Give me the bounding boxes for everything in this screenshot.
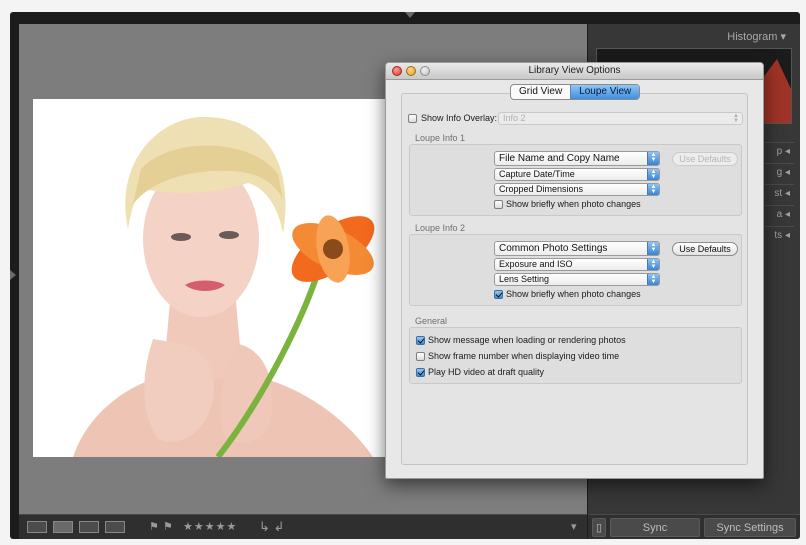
- panel-tab-label: a: [776, 209, 783, 220]
- general-group: Show message when loading or rendering p…: [409, 327, 742, 384]
- panel-switch-icon[interactable]: ▯: [592, 518, 606, 537]
- updown-chevron-icon: ▲ ▼: [647, 152, 659, 165]
- show-message-loading-checkbox[interactable]: [416, 336, 425, 345]
- library-view-options-dialog: Library View Options Show Info Overlay: …: [385, 62, 764, 479]
- dialog-title: Library View Options: [528, 65, 621, 76]
- survey-view-icon[interactable]: [105, 521, 125, 533]
- general-title: General: [415, 316, 448, 326]
- rotate-arrows-icon[interactable]: ↳ ↲: [259, 520, 284, 533]
- updown-chevron-icon: ▲ ▼: [647, 242, 659, 255]
- panel-tab-label: ts: [774, 230, 783, 241]
- sync-settings-button[interactable]: Sync Settings: [704, 518, 796, 537]
- left-panel-toggle-icon[interactable]: [10, 270, 16, 280]
- photo-preview[interactable]: [33, 99, 385, 457]
- show-info-overlay-checkbox[interactable]: [408, 114, 417, 123]
- loupe-info-2-group: Common Photo Settings ▲ ▼ Use Defaults Ex…: [409, 234, 742, 306]
- loupe-info-1-show-briefly-label: Show briefly when photo changes: [506, 199, 641, 209]
- view-tabs: Grid View Loupe View: [510, 84, 641, 100]
- grid-view-icon[interactable]: [27, 521, 47, 533]
- loupe-info-2-use-defaults-button[interactable]: Use Defaults: [672, 242, 738, 256]
- updown-chevron-icon: ▲ ▼: [733, 113, 739, 124]
- play-hd-draft-checkbox[interactable]: [416, 368, 425, 377]
- tab-grid-view[interactable]: Grid View: [511, 85, 570, 99]
- updown-chevron-icon: ▲ ▼: [647, 259, 659, 270]
- loupe-info-2-field-2-value: Exposure and ISO: [499, 259, 573, 269]
- loupe-info-1-show-briefly-checkbox[interactable]: [494, 200, 503, 209]
- loupe-info-1-field-3-select[interactable]: Cropped Dimensions ▲ ▼: [494, 183, 660, 196]
- library-toolbar: ⚑ ⚑ ★★★★★ ↳ ↲ ▾: [19, 514, 587, 539]
- loupe-info-2-field-2-select[interactable]: Exposure and ISO ▲ ▼: [494, 258, 660, 271]
- loupe-info-2-title: Loupe Info 2: [415, 223, 466, 233]
- histogram-label: Histogram: [727, 31, 778, 43]
- toolbar-menu-chevron-icon[interactable]: ▾: [571, 521, 577, 533]
- loupe-info-2-field-1-value: Common Photo Settings: [499, 243, 608, 254]
- updown-chevron-icon: ▲ ▼: [647, 274, 659, 285]
- panel-tab-label: p: [776, 146, 783, 157]
- panel-tab-label: g: [776, 167, 783, 178]
- info-overlay-select[interactable]: Info 2 ▲ ▼: [498, 112, 743, 125]
- loupe-info-1-field-1-select[interactable]: File Name and Copy Name ▲ ▼: [494, 151, 660, 166]
- updown-chevron-icon: ▲ ▼: [647, 184, 659, 195]
- loupe-info-2-show-briefly-checkbox[interactable]: [494, 290, 503, 299]
- tab-loupe-view[interactable]: Loupe View: [570, 85, 640, 99]
- loupe-info-1-field-3-value: Cropped Dimensions: [499, 184, 584, 194]
- loupe-info-2-field-1-select[interactable]: Common Photo Settings ▲ ▼: [494, 241, 660, 256]
- sync-bar: ▯ Sync Sync Settings: [588, 514, 800, 539]
- loupe-info-1-group: File Name and Copy Name ▲ ▼ Use Defaults …: [409, 144, 742, 216]
- sync-button[interactable]: Sync: [610, 518, 700, 537]
- updown-chevron-icon: ▲ ▼: [647, 169, 659, 180]
- dialog-content-box: Show Info Overlay: Info 2 ▲ ▼ Loupe Info …: [401, 93, 748, 465]
- show-frame-number-label: Show frame number when displaying video …: [428, 351, 620, 361]
- loupe-info-1-field-2-value: Capture Date/Time: [499, 169, 575, 179]
- dialog-titlebar[interactable]: Library View Options: [386, 63, 763, 80]
- show-info-overlay-label: Show Info Overlay:: [421, 113, 498, 123]
- loupe-info-1-use-defaults-button[interactable]: Use Defaults: [672, 152, 738, 166]
- top-panel-toggle-icon[interactable]: [405, 12, 415, 18]
- info-overlay-value: Info 2: [503, 113, 526, 123]
- show-message-loading-label: Show message when loading or rendering p…: [428, 335, 626, 345]
- loupe-info-2-show-briefly-label: Show briefly when photo changes: [506, 289, 641, 299]
- reject-flag-icon[interactable]: ⚑: [163, 521, 173, 533]
- loupe-info-2-field-3-value: Lens Setting: [499, 274, 550, 284]
- star-rating[interactable]: ★★★★★: [183, 521, 237, 533]
- show-frame-number-checkbox[interactable]: [416, 352, 425, 361]
- loupe-info-2-field-3-select[interactable]: Lens Setting ▲ ▼: [494, 273, 660, 286]
- loupe-info-1-title: Loupe Info 1: [415, 133, 466, 143]
- loupe-info-1-field-2-select[interactable]: Capture Date/Time ▲ ▼: [494, 168, 660, 181]
- panel-tab-label: st: [774, 188, 783, 199]
- flag-icon[interactable]: ⚑: [149, 521, 159, 533]
- histogram-panel-header[interactable]: Histogram ▾: [727, 30, 786, 43]
- loupe-view-icon[interactable]: [53, 521, 73, 533]
- chevron-down-icon: ▾: [780, 31, 786, 43]
- loupe-info-1-field-1-value: File Name and Copy Name: [499, 153, 620, 164]
- compare-view-icon[interactable]: [79, 521, 99, 533]
- play-hd-draft-label: Play HD video at draft quality: [428, 367, 545, 377]
- portrait-photo: [33, 99, 385, 457]
